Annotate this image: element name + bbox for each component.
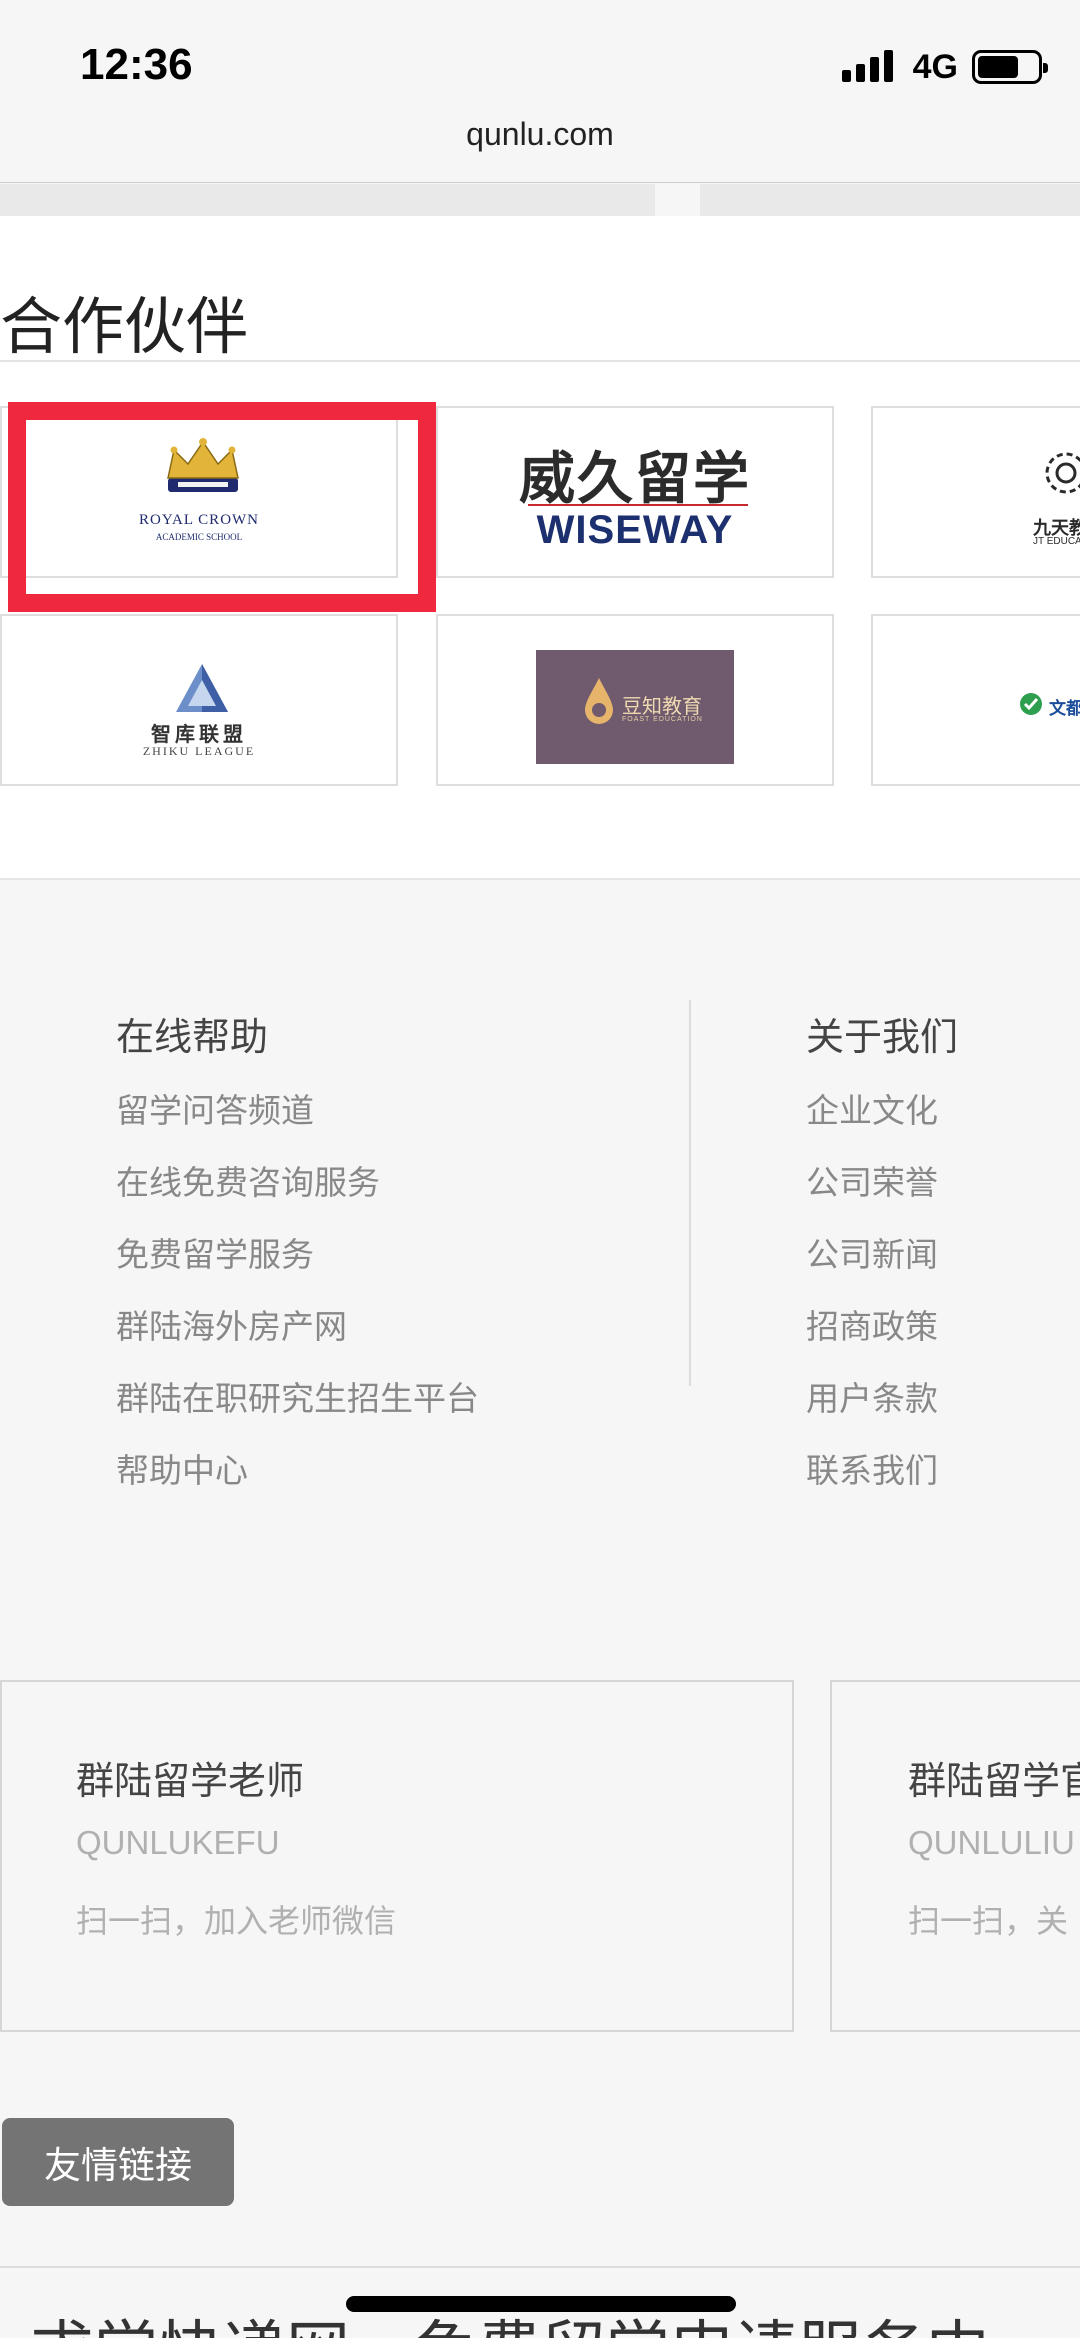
zhiku-en: ZHIKU LEAGUE [142,744,256,758]
about-link-policy[interactable]: 招商政策 [806,1300,938,1348]
footer-links-section: 在线帮助 留学问答频道 在线免费咨询服务 免费留学服务 群陆海外房产网 群陆在职… [0,882,1080,2268]
wendu-logo-icon [1020,693,1042,715]
qr-card-official[interactable]: 群陆留学官 QUNLULIU 扫一扫，关 [830,1680,1080,2032]
about-link-contact[interactable]: 联系我们 [806,1444,938,1492]
about-link-news[interactable]: 公司新闻 [806,1228,938,1276]
partners-divider [0,360,1080,362]
about-link-terms[interactable]: 用户条款 [806,1372,938,1420]
help-link-property[interactable]: 群陆海外房产网 [116,1300,347,1348]
footer-column-divider [689,1000,691,1386]
wiseway-accent-line [528,504,748,506]
content-strip-right [700,184,1080,216]
address-bar-url[interactable]: qunlu.com [0,116,1080,153]
selection-highlight-box [8,402,436,612]
qr-card-id: QUNLUKEFU [76,1824,280,1861]
home-indicator[interactable] [346,2296,736,2312]
qr-card-title: 群陆留学官 [908,1759,1080,1803]
address-bar-divider [0,182,1080,183]
help-link-consult[interactable]: 在线免费咨询服务 [116,1156,380,1204]
qr-card-teacher[interactable]: 群陆留学老师 QUNLUKEFU 扫一扫，加入老师微信 [0,1680,794,2032]
wiseway-en: WISEWAY [536,508,734,552]
jt-logo-icon [1045,452,1080,494]
qr-card-id: QUNLULIU [908,1824,1075,1861]
qr-card-desc: 扫一扫，加入老师微信 [76,1902,397,1940]
status-time: 12:36 [80,40,193,89]
footer-bottom-divider [0,2266,1080,2268]
help-link-free-service[interactable]: 免费留学服务 [116,1228,314,1276]
about-heading: 关于我们 [806,1015,959,1059]
zhiku-cn: 智库联盟 [151,722,247,746]
content-strip-left [0,184,655,216]
network-type: 4G [912,48,958,86]
qr-card-title: 群陆留学老师 [76,1759,305,1803]
cellular-signal-icon [842,50,894,82]
help-link-help-center[interactable]: 帮助中心 [116,1444,248,1492]
partner-logo-wiseway[interactable]: 威久留学 WISEWAY [436,406,834,578]
about-link-honors[interactable]: 公司荣誉 [806,1156,938,1204]
help-link-postgrad[interactable]: 群陆在职研究生招生平台 [116,1372,479,1420]
pyramid-icon [176,664,228,712]
about-link-culture[interactable]: 企业文化 [806,1084,938,1132]
partner-logo-wendu[interactable]: 文都国 [871,614,1080,786]
status-bar: 12:36 4G [0,0,1080,120]
help-heading: 在线帮助 [116,1015,269,1059]
partner-logo-jt-education[interactable]: 九天教 JT EDUCA [871,406,1080,578]
battery-icon [972,50,1048,84]
drop-icon [585,678,613,724]
foast-cn: 豆知教育 [622,694,702,718]
foast-logo-box: 豆知教育 FOAST EDUCATION [536,650,734,764]
foast-en: FOAST EDUCATION [622,716,703,723]
wiseway-cn: 威久留学 [519,447,751,512]
partner-logo-zhiku-league[interactable]: 智库联盟 ZHIKU LEAGUE [0,614,398,786]
jt-en: JT EDUCA [1033,536,1080,547]
partner-logo-foast-education[interactable]: 豆知教育 FOAST EDUCATION [436,614,834,786]
qr-card-desc: 扫一扫，关 [908,1902,1069,1940]
friend-links-button[interactable]: 友情链接 [2,2118,234,2206]
help-link-qa[interactable]: 留学问答频道 [116,1084,314,1132]
wendu-cn: 文都国 [1049,699,1080,719]
partners-title: 合作伙伴 [0,290,249,363]
